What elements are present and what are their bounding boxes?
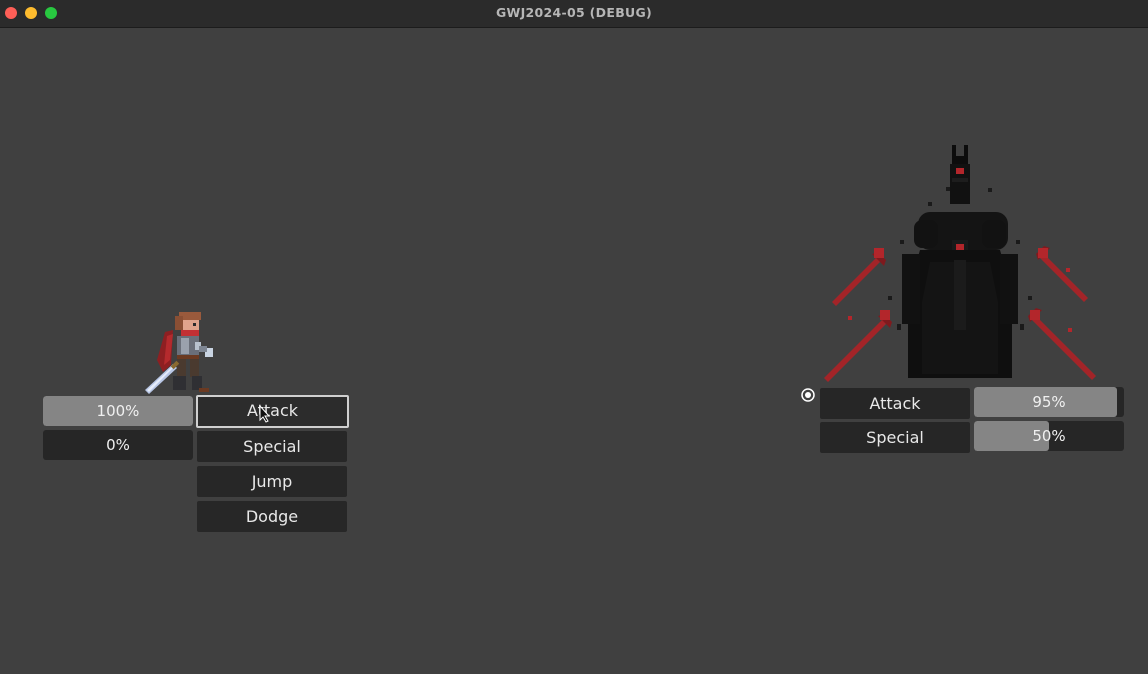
enemy-attack-label: Attack bbox=[820, 388, 970, 419]
player-health-value: 100% bbox=[96, 402, 140, 420]
enemy-special-label: Special bbox=[820, 422, 970, 453]
mouse-cursor-icon bbox=[259, 405, 271, 423]
player-energy-bar: 0% bbox=[43, 430, 193, 460]
attack-button[interactable]: Attack bbox=[196, 395, 349, 428]
special-button[interactable]: Special bbox=[197, 431, 347, 462]
player-knight-sprite bbox=[145, 312, 213, 394]
window-title: GWJ2024-05 (DEBUG) bbox=[495, 5, 653, 20]
enemy-dark-knight-sprite bbox=[824, 145, 1096, 382]
enemy-special-chance-bar: 50% bbox=[974, 421, 1124, 451]
enemy-attack-chance-value: 95% bbox=[1032, 393, 1066, 411]
jump-button[interactable]: Jump bbox=[197, 466, 347, 497]
dodge-button[interactable]: Dodge bbox=[197, 501, 347, 532]
target-icon bbox=[801, 388, 815, 402]
window-titlebar: GWJ2024-05 (DEBUG) bbox=[0, 0, 1148, 28]
enemy-attack-chance-bar: 95% bbox=[974, 387, 1124, 417]
enemy-special-chance-value: 50% bbox=[1032, 427, 1066, 445]
player-energy-value: 0% bbox=[106, 436, 130, 454]
player-health-bar: 100% bbox=[43, 396, 193, 426]
